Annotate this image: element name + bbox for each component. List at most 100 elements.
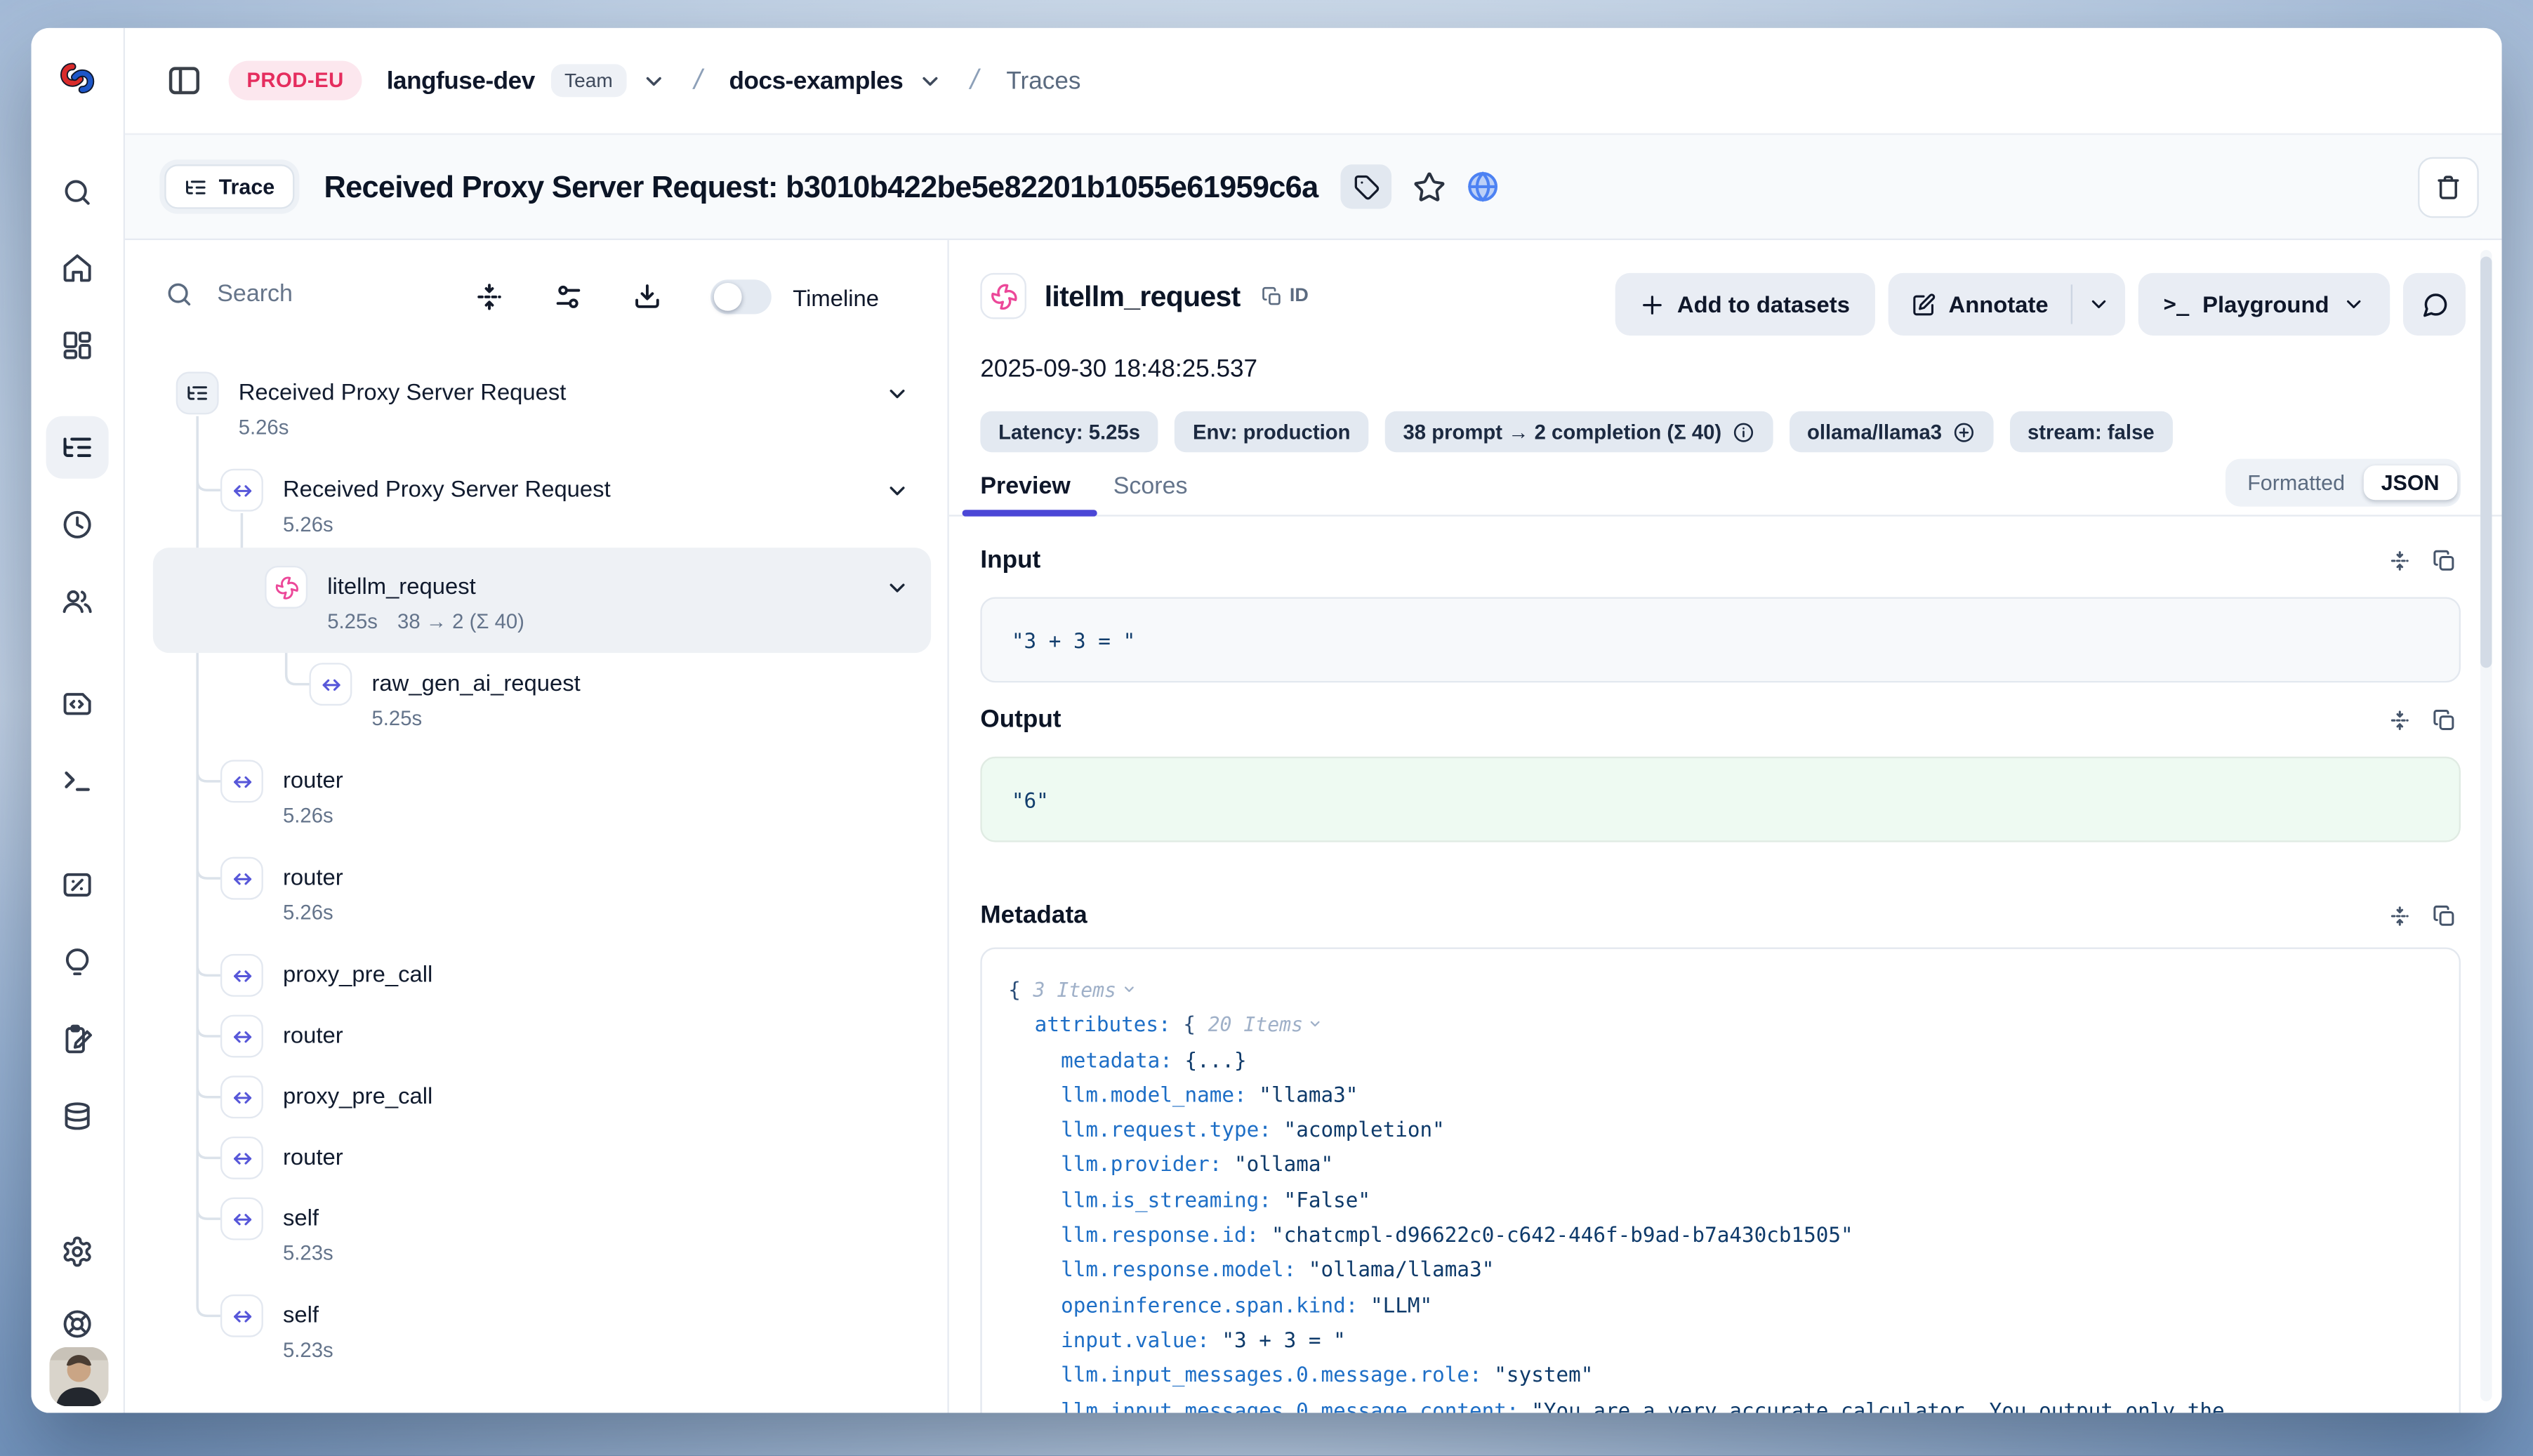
tree-row-proxy-pre-call[interactable]: proxy_pre_call	[153, 1066, 931, 1127]
observation-badge[interactable]: Env: production	[1175, 411, 1368, 453]
tree-node-label: self	[283, 1296, 319, 1332]
add-to-datasets-button[interactable]: Add to datasets	[1615, 273, 1874, 336]
chevron-down-icon	[885, 576, 909, 600]
expand-chevron-icon[interactable]	[885, 576, 909, 609]
tab-scores[interactable]: Scores	[1113, 474, 1188, 500]
span-icon	[220, 1295, 263, 1337]
metadata-json-line: llm.is_streaming: "False"	[1008, 1182, 2433, 1217]
expand-chevron-icon[interactable]	[885, 382, 909, 415]
tree-row-router[interactable]: router5.26s	[153, 847, 931, 944]
copy-section-icon[interactable]	[2433, 905, 2456, 937]
metadata-json-line: llm.request.type: "acompletion"	[1008, 1112, 2433, 1147]
delete-trace-button[interactable]	[2418, 157, 2479, 218]
copy-section-icon[interactable]	[2433, 550, 2456, 581]
list-tree-icon	[186, 382, 209, 405]
tree-row-router[interactable]: router	[153, 1127, 931, 1188]
tree-node-label: router	[283, 1017, 343, 1053]
span-arrows-icon	[230, 1024, 254, 1048]
collapse-section-icon[interactable]	[2388, 709, 2412, 741]
observation-badge[interactable]: ollama/llama3	[1789, 411, 1993, 453]
metadata-json-line[interactable]: { 3 Items	[1008, 972, 2433, 1007]
sidebar-datasets-icon[interactable]	[61, 1100, 94, 1133]
breadcrumb-org[interactable]: langfuse-dev	[387, 67, 535, 95]
sidebar-annotation-icon[interactable]	[61, 1023, 94, 1056]
collapse-all-button[interactable]	[474, 282, 505, 313]
tags-button[interactable]	[1341, 164, 1392, 209]
observation-badges: Latency: 5.25s Env: production 38 prompt →…	[980, 411, 2172, 453]
tree-row-raw-gen-ai-request[interactable]: raw_gen_ai_request5.25s	[153, 653, 931, 750]
tree-row-router[interactable]: router5.26s	[153, 750, 931, 847]
scrollbar-thumb[interactable]	[2480, 256, 2492, 668]
tree-row-self[interactable]: self5.23s	[153, 1188, 931, 1285]
public-share-button[interactable]	[1466, 169, 1500, 204]
span-icon	[309, 663, 352, 706]
breadcrumb-separator: /	[687, 64, 708, 97]
tree-row-litellm-request[interactable]: litellm_request5.25s38 → 2 (Σ 40)	[153, 556, 931, 653]
span-arrows-icon	[230, 1146, 254, 1170]
sidebar-scores-icon[interactable]	[61, 868, 94, 901]
project-switcher-chevron-icon[interactable]	[918, 68, 942, 93]
breadcrumb-section[interactable]: Traces	[1006, 67, 1080, 95]
chevron-down-icon	[885, 479, 909, 503]
span-arrows-icon	[318, 672, 343, 696]
playground-button[interactable]: >_ Playground	[2139, 273, 2390, 336]
bookmark-star-button[interactable]	[1413, 170, 1446, 203]
user-avatar[interactable]	[49, 1347, 108, 1406]
sidebar-search-icon[interactable]	[61, 176, 94, 209]
metadata-json-line: llm.input_messages.0.message.role: "syst…	[1008, 1358, 2433, 1393]
annotate-dropdown-chevron[interactable]	[2073, 273, 2126, 336]
tree-row-proxy-pre-call[interactable]: proxy_pre_call	[153, 944, 931, 1005]
copy-id-button[interactable]: ID	[1262, 285, 1309, 306]
comments-button[interactable]	[2403, 273, 2466, 336]
view-formatted-option[interactable]: Formatted	[2229, 470, 2362, 495]
tree-settings-button[interactable]	[553, 282, 584, 313]
breadcrumb-project[interactable]: docs-examples	[729, 67, 903, 95]
tree-node-label: router	[283, 1138, 343, 1174]
sidebar-toggle-icon[interactable]	[164, 61, 204, 100]
sidebar-users-icon[interactable]	[61, 585, 94, 618]
annotate-button[interactable]: Annotate	[1888, 273, 2072, 336]
collapse-section-icon[interactable]	[2388, 905, 2412, 937]
input-section-heading: Input	[980, 546, 1040, 574]
sidebar-prompts-icon[interactable]	[61, 687, 94, 720]
tree-row-self[interactable]: self5.23s	[153, 1285, 931, 1382]
sidebar-settings-icon[interactable]	[61, 1236, 94, 1269]
tree-search-input[interactable]	[214, 279, 411, 309]
org-switcher-chevron-icon[interactable]	[641, 68, 666, 93]
plus-icon	[1639, 292, 1664, 317]
copy-section-icon[interactable]	[2433, 709, 2456, 741]
sidebar-tracing-icon[interactable]	[46, 416, 109, 479]
observation-badge[interactable]: 38 prompt → 2 completion (Σ 40)	[1385, 411, 1773, 453]
sidebar-home-icon[interactable]	[61, 251, 94, 284]
metadata-json-viewer: { 3 Itemsattributes: { 20 Itemsmetadata:…	[980, 948, 2461, 1413]
pen-square-icon	[1911, 292, 1936, 317]
list-tree-icon	[184, 176, 207, 199]
sidebar-playground-icon[interactable]	[61, 765, 94, 798]
tree-row-received-proxy-server-request[interactable]: Received Proxy Server Request5.26s	[153, 459, 931, 556]
tree-node-label: self	[283, 1199, 319, 1236]
view-json-option[interactable]: JSON	[2363, 465, 2457, 500]
metadata-section-heading: Metadata	[980, 901, 1087, 929]
org-logo[interactable]	[56, 57, 99, 108]
sidebar-support-icon[interactable]	[61, 1308, 94, 1341]
collapse-section-icon[interactable]	[2388, 550, 2412, 581]
sidebar-dashboards-icon[interactable]	[61, 329, 94, 362]
tree-row-received-proxy-server-request[interactable]: Received Proxy Server Request5.26s	[153, 362, 931, 458]
sidebar-evaluators-icon[interactable]	[61, 946, 94, 979]
tree-row-router[interactable]: router	[153, 1005, 931, 1066]
tree-node-duration: 5.26s	[239, 409, 289, 446]
expand-chevron-icon[interactable]	[885, 479, 909, 512]
tab-preview[interactable]: Preview	[980, 474, 1070, 500]
observation-badge[interactable]: stream: false	[2009, 411, 2172, 453]
metadata-json-line[interactable]: attributes: { 20 Items	[1008, 1007, 2433, 1043]
environment-badge[interactable]: PROD-EU	[229, 61, 362, 100]
output-section-heading: Output	[980, 706, 1061, 734]
trace-title-bar: Trace Received Proxy Server Request: b30…	[125, 133, 2501, 240]
items-chevron-icon	[1121, 982, 1136, 997]
download-button[interactable]	[632, 282, 663, 313]
timeline-toggle[interactable]	[710, 279, 772, 314]
observation-badge[interactable]: Latency: 5.25s	[980, 411, 1158, 453]
chevron-down-icon	[885, 382, 909, 406]
generation-icon	[980, 273, 1026, 319]
sidebar-sessions-icon[interactable]	[61, 508, 94, 541]
